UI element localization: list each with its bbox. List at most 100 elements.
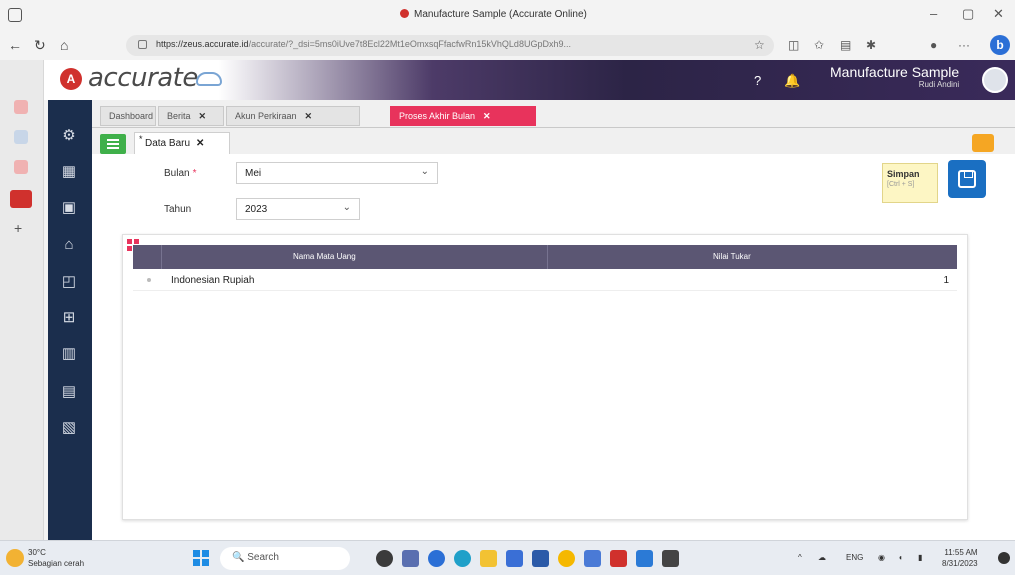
floppy-disk-icon	[958, 170, 976, 188]
close-icon[interactable]: ✕	[993, 6, 1004, 22]
chevron-down-icon: ⌄	[342, 202, 351, 213]
home-icon[interactable]: ⌂	[60, 37, 68, 53]
settings-gear-icon[interactable]: ⚙	[59, 126, 79, 144]
windows-start-icon[interactable]	[193, 550, 209, 566]
app-icon[interactable]	[584, 550, 601, 567]
network-icon[interactable]: ☁	[818, 553, 826, 562]
taskbar: 30°C Sebagian cerah 🔍 Search ^ ☁ ENG ◉ ◖…	[0, 540, 1015, 575]
form-panel: Bulan * Mei ⌄ Tahun 2023 ⌄ Simpan [Ctrl +…	[92, 154, 1015, 540]
main-content: Dashboard Berita ✕ Akun Perkiraan ✕ Proses…	[92, 100, 1015, 540]
pinned-tab-icon[interactable]	[14, 100, 28, 114]
tahun-label: Tahun	[164, 204, 192, 215]
app-header: A accurate ? 🔔 Manufacture Sample Rudi A…	[44, 60, 1015, 100]
battery-icon[interactable]: ▮	[918, 553, 922, 562]
inventory-icon[interactable]: ▥	[59, 344, 79, 362]
minimize-icon[interactable]: –	[930, 6, 937, 21]
reports-icon[interactable]: ▤	[59, 382, 79, 400]
cloud-icon	[196, 72, 222, 86]
file-explorer-icon[interactable]	[480, 550, 497, 567]
chevron-up-icon[interactable]: ^	[798, 553, 802, 562]
avatar[interactable]	[982, 67, 1008, 93]
bing-chat-icon[interactable]: b	[990, 35, 1010, 55]
close-tab-icon[interactable]: ✕	[196, 138, 204, 149]
accurate-logo-icon	[400, 9, 409, 18]
profile-icon[interactable]: ●	[930, 38, 944, 52]
company-info[interactable]: Manufacture Sample Rudi Andini	[830, 64, 959, 89]
purchase-cart-icon[interactable]: ⊞	[59, 308, 79, 326]
bulan-select[interactable]: Mei ⌄	[236, 162, 438, 184]
module-sidebar: ⚙ ▦ ▣ ⌂ ◰ ⊞ ▥ ▤ ▧	[48, 100, 92, 540]
lock-icon	[138, 40, 147, 49]
app-icon[interactable]	[662, 550, 679, 567]
menu-list-icon[interactable]	[100, 134, 126, 154]
bank-icon[interactable]: ⌂	[59, 236, 79, 254]
browser-sidebar: +	[0, 60, 44, 540]
notification-icon[interactable]	[998, 552, 1010, 564]
sales-icon[interactable]: ◰	[59, 272, 79, 290]
grid-header: Nama Mata Uang Nilai Tukar	[133, 245, 957, 269]
notification-bell-icon[interactable]: 🔔	[784, 73, 800, 89]
column-header-rate[interactable]: Nilai Tukar	[713, 252, 751, 261]
accurate-logo-icon: A	[60, 68, 82, 90]
pinned-tab-icon[interactable]	[14, 160, 28, 174]
new-tab-icon[interactable]: +	[14, 220, 28, 236]
currency-grid: Nama Mata Uang Nilai Tukar Indonesian Ru…	[122, 234, 968, 520]
app-icon[interactable]	[402, 550, 419, 567]
tab-dashboard[interactable]: Dashboard	[100, 106, 156, 126]
help-icon[interactable]: ?	[754, 73, 761, 88]
app-icon[interactable]	[428, 550, 445, 567]
info-button[interactable]	[972, 134, 994, 152]
close-tab-icon[interactable]: ✕	[305, 111, 313, 121]
app-icon[interactable]	[558, 550, 575, 567]
rate-cell[interactable]: 1	[943, 275, 949, 286]
tab-akun-perkiraan[interactable]: Akun Perkiraan ✕	[226, 106, 360, 126]
app-icon[interactable]	[610, 550, 627, 567]
tab-data-baru[interactable]: * Data Baru ✕	[134, 132, 230, 154]
workspace-icon[interactable]	[8, 8, 22, 22]
split-screen-icon[interactable]: ◫	[788, 38, 802, 52]
volume-icon[interactable]: ◖	[898, 553, 903, 562]
address-row: ← ↻ ⌂ https://zeus.accurate.id/accurate/…	[0, 30, 1015, 60]
browser-titlebar: Manufacture Sample (Accurate Online) – ▢…	[0, 0, 1015, 30]
address-bar[interactable]: https://zeus.accurate.id/accurate/?_dsi=…	[126, 35, 774, 56]
tahun-select[interactable]: 2023 ⌄	[236, 198, 360, 220]
window-title: Manufacture Sample (Accurate Online)	[400, 9, 587, 20]
extensions-icon[interactable]: ✱	[866, 38, 880, 52]
favorite-star-icon[interactable]: ☆	[754, 38, 768, 52]
ledger-icon[interactable]: ▣	[59, 198, 79, 216]
manufacture-icon[interactable]: ▧	[59, 418, 79, 436]
close-tab-icon[interactable]: ✕	[483, 111, 491, 121]
pinned-tab-icon[interactable]	[14, 130, 28, 144]
refresh-icon[interactable]: ↻	[34, 37, 46, 54]
close-tab-icon[interactable]: ✕	[199, 111, 207, 121]
app-icon[interactable]	[532, 550, 549, 567]
weather-icon[interactable]	[6, 549, 24, 567]
currency-name-cell: Indonesian Rupiah	[171, 275, 255, 286]
wifi-icon[interactable]: ◉	[878, 553, 885, 562]
brand-logo: accurate	[88, 63, 198, 93]
tab-berita[interactable]: Berita ✕	[158, 106, 224, 126]
active-tab-icon[interactable]	[10, 190, 32, 208]
bulan-label: Bulan *	[164, 168, 197, 179]
taskbar-search[interactable]: 🔍 Search	[220, 547, 350, 570]
language-indicator[interactable]: ENG	[846, 553, 863, 562]
edge-browser-icon[interactable]	[454, 550, 471, 567]
column-header-currency[interactable]: Nama Mata Uang	[293, 252, 356, 261]
app-icon[interactable]	[506, 550, 523, 567]
weather-widget[interactable]: 30°C Sebagian cerah	[28, 547, 84, 569]
form-tabs: * Data Baru ✕	[92, 132, 1015, 154]
maximize-icon[interactable]: ▢	[962, 6, 974, 22]
save-tooltip: Simpan [Ctrl + S]	[882, 163, 938, 203]
system-clock[interactable]: 11:55 AM 8/31/2023	[942, 547, 978, 569]
company-icon[interactable]: ▦	[59, 162, 79, 180]
table-row[interactable]: Indonesian Rupiah 1	[133, 269, 957, 291]
more-icon[interactable]: ···	[958, 38, 972, 52]
app-icon[interactable]	[636, 550, 653, 567]
task-view-icon[interactable]	[376, 550, 393, 567]
module-tabs: Dashboard Berita ✕ Akun Perkiraan ✕ Proses…	[92, 104, 1015, 128]
collections-icon[interactable]: ▤	[840, 38, 854, 52]
back-icon[interactable]: ←	[8, 37, 22, 53]
favorites-icon[interactable]: ✩	[814, 38, 828, 52]
save-button[interactable]	[948, 160, 986, 198]
tab-proses-akhir-bulan[interactable]: Proses Akhir Bulan ✕	[390, 106, 536, 126]
